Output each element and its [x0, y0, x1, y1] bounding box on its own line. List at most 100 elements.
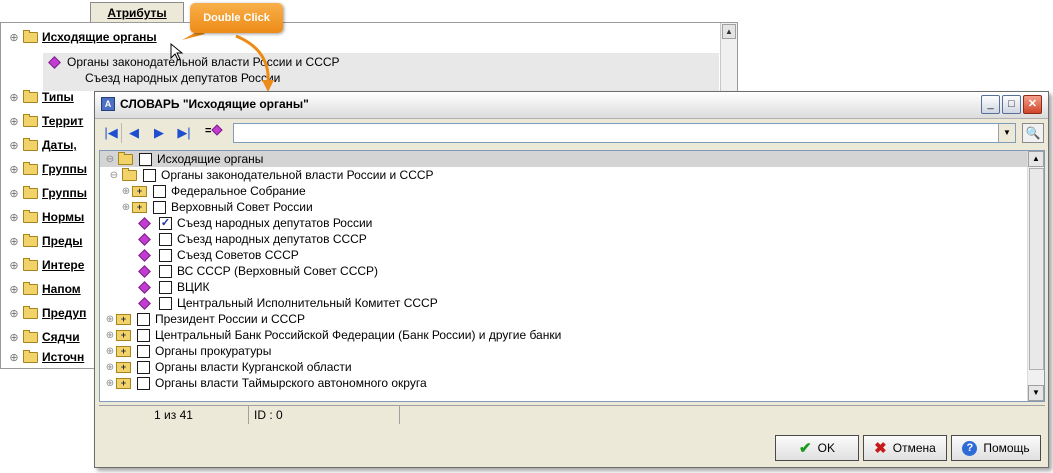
expand-icon[interactable]: ⊕ — [104, 330, 116, 341]
expand-icon[interactable]: ⊕ — [7, 331, 21, 344]
expand-icon[interactable]: ⊕ — [7, 307, 21, 320]
tree-node-root[interactable]: ⊕ Исходящие органы — [7, 29, 157, 45]
scroll-down-icon[interactable]: ▼ — [1028, 385, 1044, 401]
tree-row[interactable]: ⊕ + Центральный Банк Российской Федераци… — [100, 327, 1028, 343]
tree-row[interactable]: ⊕ + Верховный Совет России — [100, 199, 1028, 215]
collapse-icon[interactable]: ⊖ — [108, 170, 120, 181]
tree-row[interactable]: ВС СССР (Верховный Совет СССР) — [100, 263, 1028, 279]
help-button[interactable]: ? Помощь — [951, 435, 1041, 461]
expand-icon[interactable]: ⊕ — [7, 259, 21, 272]
checkbox[interactable] — [159, 232, 172, 246]
checkbox[interactable] — [137, 376, 150, 390]
checkbox[interactable] — [137, 312, 150, 326]
tree-row[interactable]: ⊕ + Органы прокуратуры — [100, 343, 1028, 359]
checkbox[interactable] — [139, 152, 152, 166]
checkbox[interactable] — [153, 184, 166, 198]
tree-node[interactable]: ⊕ Интере — [7, 257, 84, 273]
checkbox[interactable] — [159, 280, 172, 294]
last-record-icon[interactable]: ▶| — [176, 125, 192, 141]
scroll-up-icon[interactable]: ▲ — [1028, 151, 1044, 167]
expand-icon[interactable]: ⊕ — [7, 211, 21, 224]
checkbox-checked[interactable] — [159, 216, 172, 230]
expand-icon[interactable]: ⊕ — [7, 235, 21, 248]
checkbox[interactable] — [159, 296, 172, 310]
tree-node-label[interactable]: Интере — [42, 258, 84, 272]
expand-icon[interactable]: ⊕ — [7, 115, 21, 128]
expand-icon[interactable]: ⊕ — [104, 362, 116, 373]
tree-node-label[interactable]: Группы — [42, 162, 87, 176]
expand-icon[interactable]: ⊕ — [7, 163, 21, 176]
tree-node-label[interactable]: Сядчи — [42, 330, 80, 344]
checkbox[interactable] — [159, 264, 172, 278]
expand-icon[interactable]: ⊕ — [120, 202, 132, 213]
maximize-icon[interactable]: □ — [1002, 95, 1021, 114]
tree-node-label[interactable]: Типы — [42, 90, 74, 104]
search-icon[interactable]: 🔍 — [1022, 123, 1044, 143]
tree-row[interactable]: ⊖ Органы законодательной власти России и… — [100, 167, 1028, 183]
vertical-scrollbar[interactable]: ▲ ▼ — [1027, 151, 1044, 401]
tree-row[interactable]: ⊕ + Федеральное Собрание — [100, 183, 1028, 199]
tree-node-label[interactable]: Предуп — [42, 306, 86, 320]
tree-node-label[interactable]: Даты, — [42, 138, 77, 152]
checkbox[interactable] — [153, 200, 166, 214]
expand-icon[interactable]: ⊕ — [104, 378, 116, 389]
tree-node-label[interactable]: Группы — [42, 186, 87, 200]
tree-node-label[interactable]: Преды — [42, 234, 83, 248]
close-icon[interactable]: ✕ — [1023, 95, 1042, 114]
expand-icon[interactable]: ⊕ — [120, 186, 132, 197]
filter-selected-button[interactable]: = — [205, 124, 224, 137]
ok-button[interactable]: ✔ OK — [775, 435, 859, 461]
dialog-titlebar[interactable]: A СЛОВАРЬ "Исходящие органы" _ □ ✕ — [95, 92, 1048, 119]
checkbox[interactable] — [159, 248, 172, 262]
tree-node-label[interactable]: Нормы — [42, 210, 84, 224]
search-input[interactable] — [234, 124, 1002, 142]
tree-node[interactable]: ⊕ Даты, — [7, 137, 77, 153]
tree-node-label[interactable]: Террит — [42, 114, 83, 128]
tree-node[interactable]: ⊕ Типы — [7, 89, 74, 105]
tree-node[interactable]: ⊕ Источн — [7, 349, 84, 365]
expand-icon[interactable]: ⊕ — [7, 283, 21, 296]
tree-node-label[interactable]: Источн — [42, 350, 84, 364]
tree-row[interactable]: ВЦИК — [100, 279, 1028, 295]
previous-record-icon[interactable]: ◀ — [126, 125, 142, 141]
next-record-icon[interactable]: ▶ — [151, 125, 167, 141]
chevron-down-icon[interactable]: ▼ — [998, 124, 1015, 142]
expand-icon[interactable]: ⊕ — [7, 351, 21, 364]
cancel-button[interactable]: ✖ Отмена — [863, 435, 947, 461]
tree-row[interactable]: ⊕ + Органы власти Курганской области — [100, 359, 1028, 375]
tree-node-label[interactable]: Исходящие органы — [42, 30, 157, 44]
tree-node[interactable]: ⊕ Группы — [7, 161, 87, 177]
expand-icon[interactable]: ⊕ — [7, 91, 21, 104]
tree-node-label[interactable]: Напом — [42, 282, 81, 296]
tree-row[interactable]: Съезд народных депутатов России — [100, 215, 1028, 231]
first-record-icon[interactable]: |◀ — [103, 125, 119, 141]
tree-node[interactable]: ⊕ Группы — [7, 185, 87, 201]
expand-icon[interactable]: ⊕ — [7, 139, 21, 152]
checkbox[interactable] — [137, 328, 150, 342]
tree-node[interactable]: ⊕ Террит — [7, 113, 83, 129]
scroll-thumb[interactable] — [1029, 168, 1044, 370]
tree-row[interactable]: ⊕ + Органы власти Таймырского автономног… — [100, 375, 1028, 391]
collapse-icon[interactable]: ⊖ — [104, 154, 116, 165]
scroll-up-icon[interactable]: ▲ — [722, 24, 736, 39]
tree-node[interactable]: ⊕ Нормы — [7, 209, 84, 225]
minimize-icon[interactable]: _ — [981, 95, 1000, 114]
checkbox[interactable] — [143, 168, 156, 182]
expand-icon[interactable]: ⊕ — [7, 31, 21, 44]
tree-row[interactable]: Центральный Исполнительный Комитет СССР — [100, 295, 1028, 311]
checkbox[interactable] — [137, 360, 150, 374]
expand-icon[interactable]: ⊕ — [104, 346, 116, 357]
tree-node[interactable]: ⊕ Предуп — [7, 305, 86, 321]
checkbox[interactable] — [137, 344, 150, 358]
expand-icon[interactable]: ⊕ — [7, 187, 21, 200]
tree-row[interactable]: Съезд народных депутатов СССР — [100, 231, 1028, 247]
tree-row[interactable]: ⊕ + Президент России и СССР — [100, 311, 1028, 327]
tree-row[interactable]: Съезд Советов СССР — [100, 247, 1028, 263]
tree-node[interactable]: ⊕ Напом — [7, 281, 81, 297]
attributes-tab[interactable]: Атрибуты — [90, 2, 184, 23]
tree-node[interactable]: ⊕ Сядчи — [7, 329, 80, 345]
search-combobox[interactable]: ▼ — [233, 123, 1016, 143]
tree-row[interactable]: ⊖ Исходящие органы — [100, 151, 1028, 167]
tree-node[interactable]: ⊕ Преды — [7, 233, 83, 249]
expand-icon[interactable]: ⊕ — [104, 314, 116, 325]
